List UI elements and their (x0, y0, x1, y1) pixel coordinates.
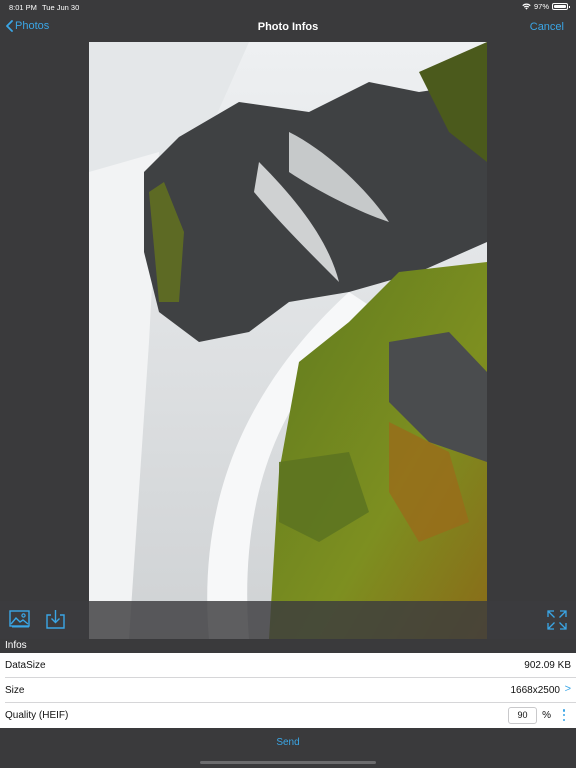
photo-waterfall-image (89, 42, 487, 639)
page-title: Photo Infos (257, 21, 319, 33)
status-bar: 8:01 PM Tue Jun 30 97% (0, 0, 576, 14)
status-time: 8:01 PM (9, 3, 37, 12)
battery-icon (552, 3, 570, 10)
home-indicator (200, 761, 376, 764)
photo-toolbar (0, 601, 576, 639)
quality-label: Quality (HEIF) (5, 710, 69, 721)
wifi-icon (522, 3, 531, 10)
size-label: Size (5, 685, 25, 696)
chevron-right-icon: > (564, 683, 571, 695)
bottom-bar: Send (0, 728, 576, 768)
photo-preview[interactable] (89, 42, 487, 639)
quality-input[interactable]: 90 (508, 707, 537, 724)
size-value: 1668x2500 (510, 685, 561, 696)
more-options-icon[interactable] (562, 709, 566, 723)
download-icon[interactable] (45, 610, 66, 634)
row-size[interactable]: Size 1668x2500 > (0, 678, 576, 703)
quality-unit: % (542, 710, 551, 721)
datasize-label: DataSize (5, 660, 46, 671)
status-date: Tue Jun 30 (42, 3, 80, 12)
row-quality: Quality (HEIF) 90 % (0, 703, 576, 728)
row-datasize: DataSize 902.09 KB (0, 653, 576, 678)
nav-bar: Photos Photo Infos Cancel (0, 14, 576, 42)
section-header-infos: Infos (0, 639, 576, 653)
send-button[interactable]: Send (0, 737, 576, 748)
cancel-button[interactable]: Cancel (530, 21, 564, 33)
datasize-value: 902.09 KB (524, 660, 571, 671)
expand-icon[interactable] (547, 610, 567, 635)
battery-percent: 97% (533, 2, 549, 11)
photo-area (0, 42, 576, 639)
image-icon[interactable] (9, 610, 30, 633)
status-right: 97% (522, 2, 570, 11)
